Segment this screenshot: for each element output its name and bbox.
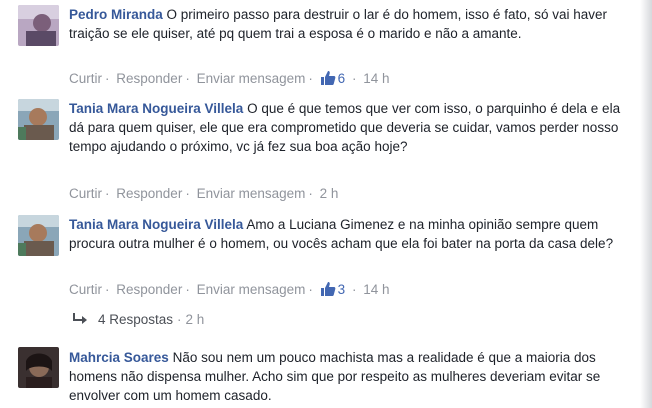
- comment-body: Tania Mara Nogueira Villela O que é que …: [69, 99, 624, 156]
- comment-body: Mahrcia Soares Não sou nem um pouco mach…: [69, 348, 624, 405]
- like-count[interactable]: 6: [320, 71, 349, 86]
- send-message-link[interactable]: Enviar mensagem: [197, 282, 306, 297]
- comment-author[interactable]: Pedro Miranda: [69, 7, 163, 22]
- comment-author[interactable]: Tania Mara Nogueira Villela: [69, 217, 243, 232]
- comment-time[interactable]: 14 h: [363, 282, 389, 297]
- comment-body: Tania Mara Nogueira Villela Amo a Lucian…: [69, 215, 624, 253]
- comment-author[interactable]: Mahrcia Soares: [69, 350, 169, 365]
- comment-time[interactable]: 2 h: [320, 186, 339, 201]
- comment-author[interactable]: Tania Mara Nogueira Villela: [69, 101, 243, 116]
- avatar[interactable]: [18, 5, 59, 46]
- reply-link[interactable]: Responder: [116, 186, 182, 201]
- avatar[interactable]: [18, 215, 59, 256]
- like-count-value: 6: [337, 71, 346, 86]
- scroll-shadow: [640, 0, 652, 408]
- send-message-link[interactable]: Enviar mensagem: [197, 71, 306, 86]
- reply-link[interactable]: Responder: [116, 282, 182, 297]
- view-replies-link[interactable]: 4 Respostas · 2 h: [72, 312, 204, 327]
- comment-actions: Curtir · Responder · Enviar mensagem · 2 h: [69, 186, 339, 201]
- reply-link[interactable]: Responder: [116, 71, 182, 86]
- comment-actions: Curtir · Responder · Enviar mensagem · 6 · …: [69, 71, 390, 86]
- avatar[interactable]: [18, 347, 59, 388]
- comment-time[interactable]: 14 h: [363, 71, 389, 86]
- thumbs-up-icon: [320, 71, 336, 85]
- like-link[interactable]: Curtir: [69, 186, 102, 201]
- like-count-value: 3: [337, 282, 346, 297]
- send-message-link[interactable]: Enviar mensagem: [197, 186, 306, 201]
- replies-time: 2 h: [185, 312, 205, 327]
- replies-count[interactable]: 4 Respostas: [98, 312, 173, 327]
- reply-arrow-icon: [73, 313, 87, 324]
- avatar[interactable]: [18, 99, 59, 140]
- comment-body: Pedro Miranda O primeiro passo para dest…: [69, 5, 624, 43]
- like-link[interactable]: Curtir: [69, 71, 102, 86]
- like-link[interactable]: Curtir: [69, 282, 102, 297]
- thumbs-up-icon: [320, 282, 336, 296]
- comment-actions: Curtir · Responder · Enviar mensagem · 3 · …: [69, 282, 390, 297]
- like-count[interactable]: 3: [320, 282, 349, 297]
